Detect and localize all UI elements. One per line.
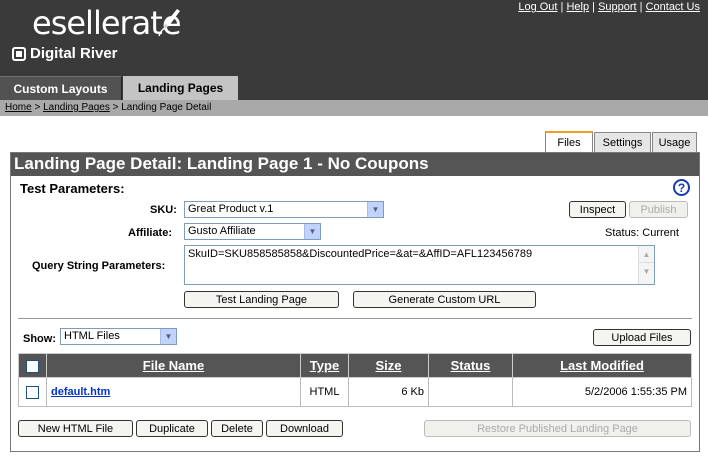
column-size[interactable]: Size: [348, 353, 429, 378]
select-all-header: [18, 353, 47, 378]
row-checkbox[interactable]: [26, 385, 39, 399]
file-name-cell: default.htm: [46, 377, 301, 407]
row-select-cell: [18, 377, 47, 407]
tab-settings[interactable]: Settings: [594, 132, 651, 152]
file-size-cell: 6 Kb: [348, 377, 429, 407]
file-modified-cell: 5/2/2006 1:55:35 PM: [512, 377, 692, 407]
publish-button[interactable]: Publish: [629, 201, 688, 218]
generate-custom-url-button[interactable]: Generate Custom URL: [353, 291, 536, 308]
main-tabs: Custom Layouts Landing Pages: [0, 74, 708, 100]
breadcrumb: Home > Landing Pages > Landing Page Deta…: [0, 100, 708, 116]
support-link[interactable]: Support: [598, 1, 637, 13]
restore-published-button[interactable]: Restore Published Landing Page: [424, 420, 691, 437]
column-file-name[interactable]: File Name: [46, 353, 301, 378]
files-table: File Name Type Size Status Last Modified…: [18, 353, 692, 407]
digital-river-logo: Digital River: [12, 45, 118, 62]
query-string-label: Query String Parameters:: [32, 260, 166, 272]
status-text: Status: Current: [605, 227, 679, 239]
page-title: Landing Page Detail: Landing Page 1 - No…: [11, 153, 699, 176]
file-type-cell: HTML: [300, 377, 349, 407]
rocket-icon: [158, 9, 180, 37]
table-row: default.htm HTML 6 Kb 5/2/2006 1:55:35 P…: [18, 377, 692, 407]
app-header: esellerate Digital River Log Out | Help …: [0, 0, 708, 74]
tab-landing-pages[interactable]: Landing Pages: [123, 76, 238, 100]
select-all-checkbox[interactable]: [26, 360, 39, 374]
divider: [18, 318, 692, 319]
upload-files-button[interactable]: Upload Files: [593, 329, 691, 346]
show-filter-select[interactable]: HTML Files ▼: [60, 328, 177, 345]
test-landing-page-button[interactable]: Test Landing Page: [184, 291, 339, 308]
help-link[interactable]: Help: [566, 1, 589, 13]
affiliate-select[interactable]: Gusto Affiliate ▼: [184, 223, 321, 240]
new-html-file-button[interactable]: New HTML File: [18, 420, 133, 437]
logout-link[interactable]: Log Out: [518, 1, 557, 13]
file-status-cell: [428, 377, 513, 407]
help-icon[interactable]: ?: [673, 179, 690, 196]
tab-files[interactable]: Files: [545, 131, 593, 152]
digital-river-mark-icon: [12, 46, 26, 61]
query-string-textarea[interactable]: SkuID=SKU858585858&DiscountedPrice=&at=&…: [184, 245, 655, 285]
column-status[interactable]: Status: [428, 353, 513, 378]
breadcrumb-home[interactable]: Home: [5, 102, 32, 113]
show-label: Show:: [23, 333, 56, 345]
column-type[interactable]: Type: [300, 353, 349, 378]
affiliate-label: Affiliate:: [128, 227, 172, 239]
contact-us-link[interactable]: Contact Us: [646, 1, 700, 13]
file-link[interactable]: default.htm: [51, 386, 110, 398]
chevron-down-icon: ▼: [304, 224, 320, 239]
inspect-button[interactable]: Inspect: [569, 201, 626, 218]
breadcrumb-landing-pages[interactable]: Landing Pages: [43, 102, 110, 113]
chevron-down-icon: ▼: [160, 329, 176, 344]
scrollbar[interactable]: ▲ ▼: [638, 246, 654, 284]
chevron-down-icon: ▼: [367, 202, 383, 217]
column-last-modified[interactable]: Last Modified: [512, 353, 692, 378]
delete-button[interactable]: Delete: [211, 420, 263, 437]
download-button[interactable]: Download: [266, 420, 343, 437]
sku-select[interactable]: Great Product v.1 ▼: [184, 201, 384, 218]
test-parameters-heading: Test Parameters:: [20, 181, 125, 196]
tab-custom-layouts[interactable]: Custom Layouts: [0, 76, 122, 100]
top-links: Log Out | Help | Support | Contact Us: [518, 1, 700, 13]
breadcrumb-current: Landing Page Detail: [121, 102, 212, 113]
table-header-row: File Name Type Size Status Last Modified: [18, 353, 692, 378]
sku-label: SKU:: [150, 204, 177, 216]
duplicate-button[interactable]: Duplicate: [136, 420, 208, 437]
scroll-up-icon[interactable]: ▲: [639, 246, 654, 263]
tab-usage[interactable]: Usage: [652, 132, 697, 152]
scroll-down-icon[interactable]: ▼: [639, 263, 654, 280]
landing-page-detail-panel: Landing Page Detail: Landing Page 1 - No…: [10, 152, 700, 452]
